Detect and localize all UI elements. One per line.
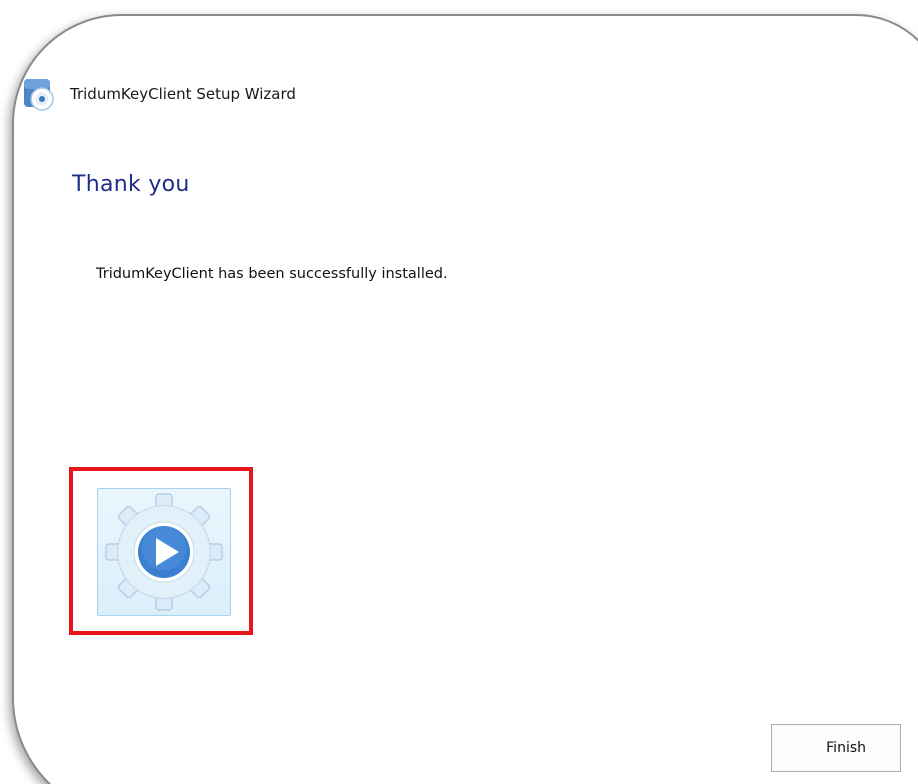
wizard-window-frame bbox=[12, 14, 918, 784]
page-title: Thank you bbox=[72, 172, 190, 197]
gear-play-icon bbox=[105, 493, 223, 611]
window-title: TridumKeyClient Setup Wizard bbox=[70, 85, 296, 103]
launch-app-tile[interactable] bbox=[97, 488, 231, 616]
setup-wizard-page: TridumKeyClient Setup Wizard Thank you T… bbox=[0, 0, 918, 784]
installer-disc-icon bbox=[22, 77, 56, 111]
finish-button[interactable]: Finish bbox=[771, 724, 901, 772]
success-message: TridumKeyClient has been successfully in… bbox=[96, 266, 448, 282]
title-bar: TridumKeyClient Setup Wizard bbox=[22, 77, 296, 111]
